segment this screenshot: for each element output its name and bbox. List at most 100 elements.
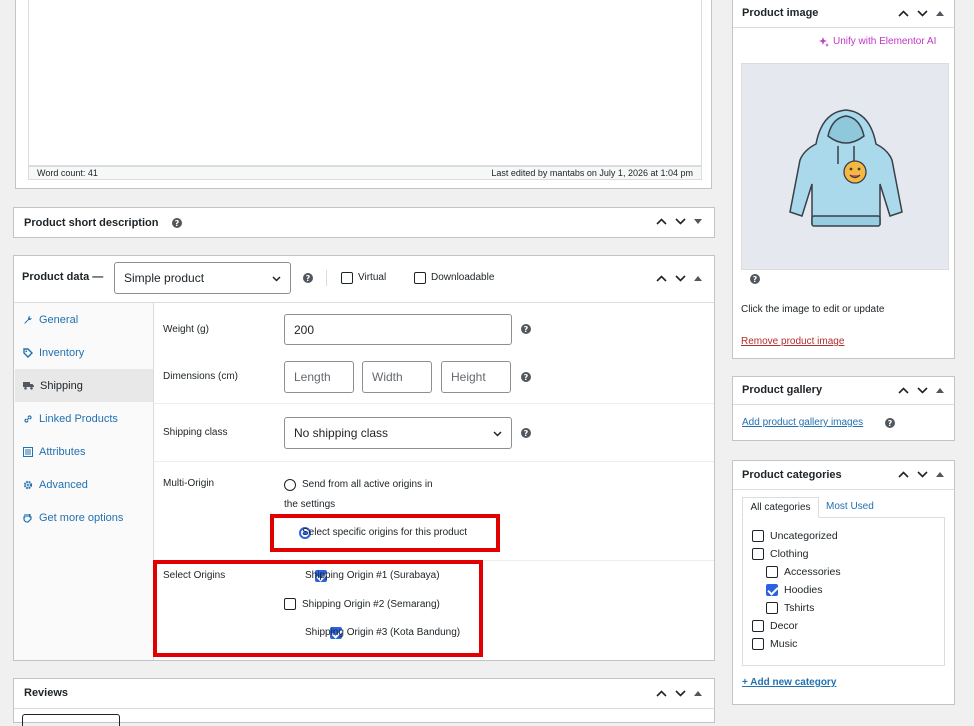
help-icon[interactable]: ? — [521, 428, 531, 438]
move-down-icon[interactable] — [917, 387, 928, 394]
category-item-tshirts[interactable]: Tshirts — [766, 602, 814, 614]
product-type-select[interactable]: Simple product — [114, 262, 291, 294]
tab-most-used[interactable]: Most Used — [826, 501, 874, 512]
last-edited: Last edited by mantabs on July 1, 2026 a… — [491, 168, 693, 178]
tag-icon — [23, 347, 33, 358]
plugin-icon — [23, 513, 32, 523]
shipping-class-select[interactable]: No shipping class — [284, 417, 512, 449]
category-checkbox[interactable] — [752, 620, 764, 632]
category-checkbox[interactable] — [752, 548, 764, 560]
editor-content-area[interactable] — [28, 0, 702, 166]
help-icon[interactable]: ? — [521, 372, 531, 382]
wrench-icon — [24, 315, 32, 324]
short-description-title: Product short description — [24, 217, 159, 229]
panel-controls — [898, 387, 944, 394]
category-checkbox[interactable] — [752, 638, 764, 650]
reviews-panel: Reviews — [13, 678, 715, 726]
link-icon — [24, 414, 32, 423]
product-gallery-title: Product gallery — [742, 384, 823, 396]
move-down-icon[interactable] — [675, 218, 686, 225]
add-gallery-images-link[interactable]: Add product gallery images — [742, 417, 863, 428]
add-new-category-link[interactable]: + Add new category — [742, 677, 836, 688]
move-down-icon[interactable] — [675, 275, 686, 282]
category-item-accessories[interactable]: Accessories — [766, 566, 841, 578]
word-count: Word count: 41 — [37, 168, 98, 178]
width-input[interactable]: Width — [362, 361, 432, 393]
editor-panel: Word count: 41 Last edited by mantabs on… — [15, 0, 712, 189]
category-item-hoodies[interactable]: Hoodies — [766, 584, 823, 596]
weight-input[interactable]: 200 — [284, 314, 512, 345]
select-origins-label: Select Origins — [163, 570, 226, 581]
multi-origin-label: Multi-Origin — [163, 478, 215, 489]
move-up-icon[interactable] — [656, 275, 667, 282]
move-up-icon[interactable] — [656, 218, 667, 225]
move-down-icon[interactable] — [917, 10, 928, 17]
product-gallery-panel: Product gallery Add product gallery imag… — [732, 376, 955, 441]
move-up-icon[interactable] — [898, 10, 909, 17]
category-checkbox[interactable] — [766, 584, 778, 596]
toggle-panel-icon[interactable] — [936, 472, 944, 477]
sparkle-icon — [819, 36, 829, 47]
toggle-panel-icon[interactable] — [936, 388, 944, 393]
category-item-uncategorized[interactable]: Uncategorized — [752, 530, 838, 542]
help-icon[interactable]: ? — [172, 218, 182, 228]
header-separator — [326, 270, 327, 286]
move-up-icon[interactable] — [898, 387, 909, 394]
shipping-class-label: Shipping class — [163, 427, 228, 438]
origin-2-checkbox[interactable] — [284, 598, 296, 610]
virtual-checkbox[interactable] — [341, 272, 353, 284]
move-down-icon[interactable] — [917, 471, 928, 478]
panel-controls — [656, 690, 702, 697]
short-description-panel: Product short description ? — [13, 207, 715, 238]
tab-linked-products[interactable]: Linked Products — [15, 402, 153, 435]
help-icon[interactable]: ? — [885, 418, 895, 428]
origins-all-label-cont: the settings — [284, 499, 336, 510]
gear-icon — [23, 480, 33, 489]
downloadable-label: Downloadable — [431, 272, 495, 283]
origin-1-label: Shipping Origin #1 (Surabaya) — [305, 570, 440, 581]
move-up-icon[interactable] — [656, 690, 667, 697]
hoodie-image — [789, 109, 903, 227]
product-image-thumbnail[interactable] — [741, 63, 949, 270]
category-item-decor[interactable]: Decor — [752, 620, 798, 632]
toggle-panel-icon[interactable] — [936, 11, 944, 16]
tab-all-categories[interactable]: All categories — [742, 497, 819, 518]
tab-shipping[interactable]: Shipping — [15, 369, 153, 402]
category-checkbox[interactable] — [766, 602, 778, 614]
tab-advanced[interactable]: Advanced — [15, 468, 153, 501]
tab-general[interactable]: General — [15, 303, 153, 336]
help-icon[interactable]: ? — [521, 324, 531, 334]
review-button-partial[interactable] — [22, 714, 120, 726]
remove-image-link[interactable]: Remove product image — [741, 336, 844, 347]
reviews-title: Reviews — [24, 687, 69, 699]
origins-all-label: Send from all active origins in — [302, 479, 433, 490]
category-checkbox[interactable] — [752, 530, 764, 542]
category-item-clothing[interactable]: Clothing — [752, 548, 809, 560]
origin-3-label: Shipping Origin #3 (Kota Bandung) — [305, 627, 461, 638]
elementor-ai-link[interactable]: Unify with Elementor AI — [819, 36, 936, 47]
category-item-music[interactable]: Music — [752, 638, 797, 650]
click-image-hint: Click the image to edit or update — [741, 304, 885, 315]
editor-status-bar: Word count: 41 Last edited by mantabs on… — [28, 166, 702, 180]
downloadable-checkbox[interactable] — [414, 272, 426, 284]
header-divider — [14, 708, 714, 709]
tab-get-more-options[interactable]: Get more options — [15, 501, 153, 534]
help-icon[interactable]: ? — [303, 273, 313, 283]
category-checkbox[interactable] — [766, 566, 778, 578]
truck-icon — [23, 382, 34, 390]
toggle-panel-icon[interactable] — [694, 691, 702, 696]
toggle-panel-icon[interactable] — [694, 219, 702, 224]
panel-controls — [656, 218, 702, 225]
height-input[interactable]: Height — [441, 361, 511, 393]
panel-controls — [656, 275, 702, 282]
panel-controls — [898, 471, 944, 478]
tab-inventory[interactable]: Inventory — [15, 336, 153, 369]
dimensions-label: Dimensions (cm) — [163, 371, 239, 382]
length-input[interactable]: Length — [284, 361, 354, 393]
tab-attributes[interactable]: Attributes — [15, 435, 153, 468]
move-up-icon[interactable] — [898, 471, 909, 478]
help-icon[interactable]: ? — [750, 274, 760, 284]
toggle-panel-icon[interactable] — [694, 276, 702, 281]
move-down-icon[interactable] — [675, 690, 686, 697]
origins-all-radio[interactable] — [284, 479, 296, 492]
